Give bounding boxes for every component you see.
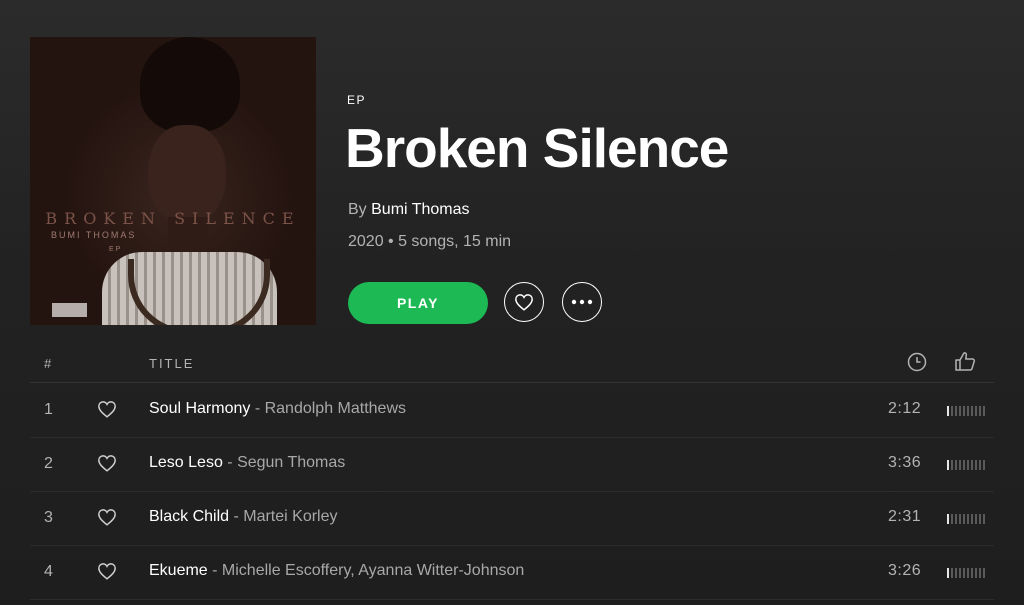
popularity-tick <box>967 514 969 524</box>
popularity-tick <box>947 406 949 416</box>
cover-title-text: BROKEN SILENCE <box>45 209 301 228</box>
popularity-bar <box>947 460 985 470</box>
cover-label-stamp <box>52 303 87 317</box>
heart-icon[interactable] <box>97 454 117 472</box>
popularity-tick <box>959 406 961 416</box>
popularity-tick <box>983 568 985 578</box>
popularity-tick <box>947 460 949 470</box>
track-title: Soul Harmony - Randolph Matthews <box>149 400 406 418</box>
popularity-tick <box>955 460 957 470</box>
popularity-tick <box>955 568 957 578</box>
track-number: 4 <box>44 563 53 580</box>
popularity-bar <box>947 568 985 578</box>
more-horizontal-icon <box>571 299 593 305</box>
play-button[interactable]: PLAY <box>348 282 488 324</box>
clock-icon[interactable] <box>907 352 927 372</box>
track-title: Ekueme - Michelle Escoffery, Ayanna Witt… <box>149 562 524 580</box>
track-artists[interactable]: Randolph Matthews <box>265 400 406 417</box>
cover-necklace <box>128 259 270 325</box>
track-separator: - <box>250 400 265 417</box>
album-type-label: EP <box>347 93 367 107</box>
popularity-tick <box>967 460 969 470</box>
track-separator: - <box>229 508 244 525</box>
popularity-tick <box>975 514 977 524</box>
popularity-tick <box>967 406 969 416</box>
track-row[interactable]: 2 Leso Leso - Segun Thomas 3:36 <box>30 437 994 492</box>
popularity-tick <box>979 514 981 524</box>
popularity-tick <box>979 568 981 578</box>
popularity-tick <box>947 568 949 578</box>
album-byline: By Bumi Thomas <box>348 201 470 219</box>
album-cover[interactable]: BROKEN SILENCE BUMI THOMAS EP <box>30 37 316 325</box>
popularity-tick <box>971 460 973 470</box>
track-separator: - <box>207 562 222 579</box>
popularity-tick <box>959 514 961 524</box>
popularity-tick <box>963 460 965 470</box>
byline-prefix: By <box>348 201 367 218</box>
popularity-bar <box>947 514 985 524</box>
popularity-tick <box>983 406 985 416</box>
track-title: Leso Leso - Segun Thomas <box>149 454 345 472</box>
track-artists[interactable]: Martei Korley <box>243 508 337 525</box>
popularity-tick <box>955 406 957 416</box>
popularity-tick <box>967 568 969 578</box>
thumbs-up-icon[interactable] <box>954 351 976 371</box>
track-duration: 2:12 <box>888 400 922 417</box>
track-duration: 2:31 <box>888 508 922 525</box>
artist-link[interactable]: Bumi Thomas <box>371 201 469 218</box>
popularity-tick <box>975 568 977 578</box>
cover-hair <box>140 37 240 132</box>
header-title[interactable]: TITLE <box>149 356 194 371</box>
cover-artist-text: BUMI THOMAS <box>51 230 137 240</box>
popularity-tick <box>947 514 949 524</box>
track-number: 3 <box>44 509 53 526</box>
popularity-tick <box>951 568 953 578</box>
popularity-tick <box>959 568 961 578</box>
popularity-tick <box>979 406 981 416</box>
track-name[interactable]: Ekueme <box>149 562 208 579</box>
album-meta: 2020 • 5 songs, 15 min <box>348 233 512 250</box>
more-options-button[interactable] <box>562 282 602 322</box>
track-number: 1 <box>44 401 53 418</box>
track-row[interactable]: 4 Ekueme - Michelle Escoffery, Ayanna Wit… <box>30 545 994 600</box>
track-number: 2 <box>44 455 53 472</box>
track-title: Black Child - Martei Korley <box>149 508 338 526</box>
like-button[interactable] <box>504 282 544 322</box>
popularity-tick <box>983 460 985 470</box>
popularity-tick <box>963 568 965 578</box>
popularity-tick <box>951 514 953 524</box>
track-name[interactable]: Black Child <box>149 508 229 525</box>
track-row[interactable]: 1 Soul Harmony - Randolph Matthews 2:12 <box>30 383 994 438</box>
heart-icon <box>515 294 533 311</box>
popularity-tick <box>951 460 953 470</box>
popularity-tick <box>963 406 965 416</box>
popularity-tick <box>983 514 985 524</box>
track-row[interactable]: 3 Black Child - Martei Korley 2:31 <box>30 491 994 546</box>
track-separator: - <box>222 454 238 471</box>
track-duration: 3:26 <box>888 562 922 579</box>
track-duration: 3:36 <box>888 454 922 471</box>
heart-icon[interactable] <box>97 400 117 418</box>
track-artists[interactable]: Segun Thomas <box>237 454 345 471</box>
cover-ep-text: EP <box>109 246 123 253</box>
popularity-tick <box>971 568 973 578</box>
popularity-tick <box>959 460 961 470</box>
heart-icon[interactable] <box>97 562 117 580</box>
popularity-tick <box>975 460 977 470</box>
track-name[interactable]: Leso Leso <box>149 454 223 471</box>
track-name[interactable]: Soul Harmony <box>149 400 250 417</box>
album-title: Broken Silence <box>345 117 729 179</box>
popularity-tick <box>971 406 973 416</box>
popularity-tick <box>951 406 953 416</box>
popularity-bar <box>947 406 985 416</box>
popularity-tick <box>971 514 973 524</box>
popularity-tick <box>975 406 977 416</box>
popularity-tick <box>979 460 981 470</box>
tracklist-header: # TITLE <box>30 340 994 383</box>
track-artists[interactable]: Michelle Escoffery, Ayanna Witter-Johnso… <box>222 562 524 579</box>
popularity-tick <box>955 514 957 524</box>
popularity-tick <box>963 514 965 524</box>
header-number: # <box>44 356 52 371</box>
heart-icon[interactable] <box>97 508 117 526</box>
